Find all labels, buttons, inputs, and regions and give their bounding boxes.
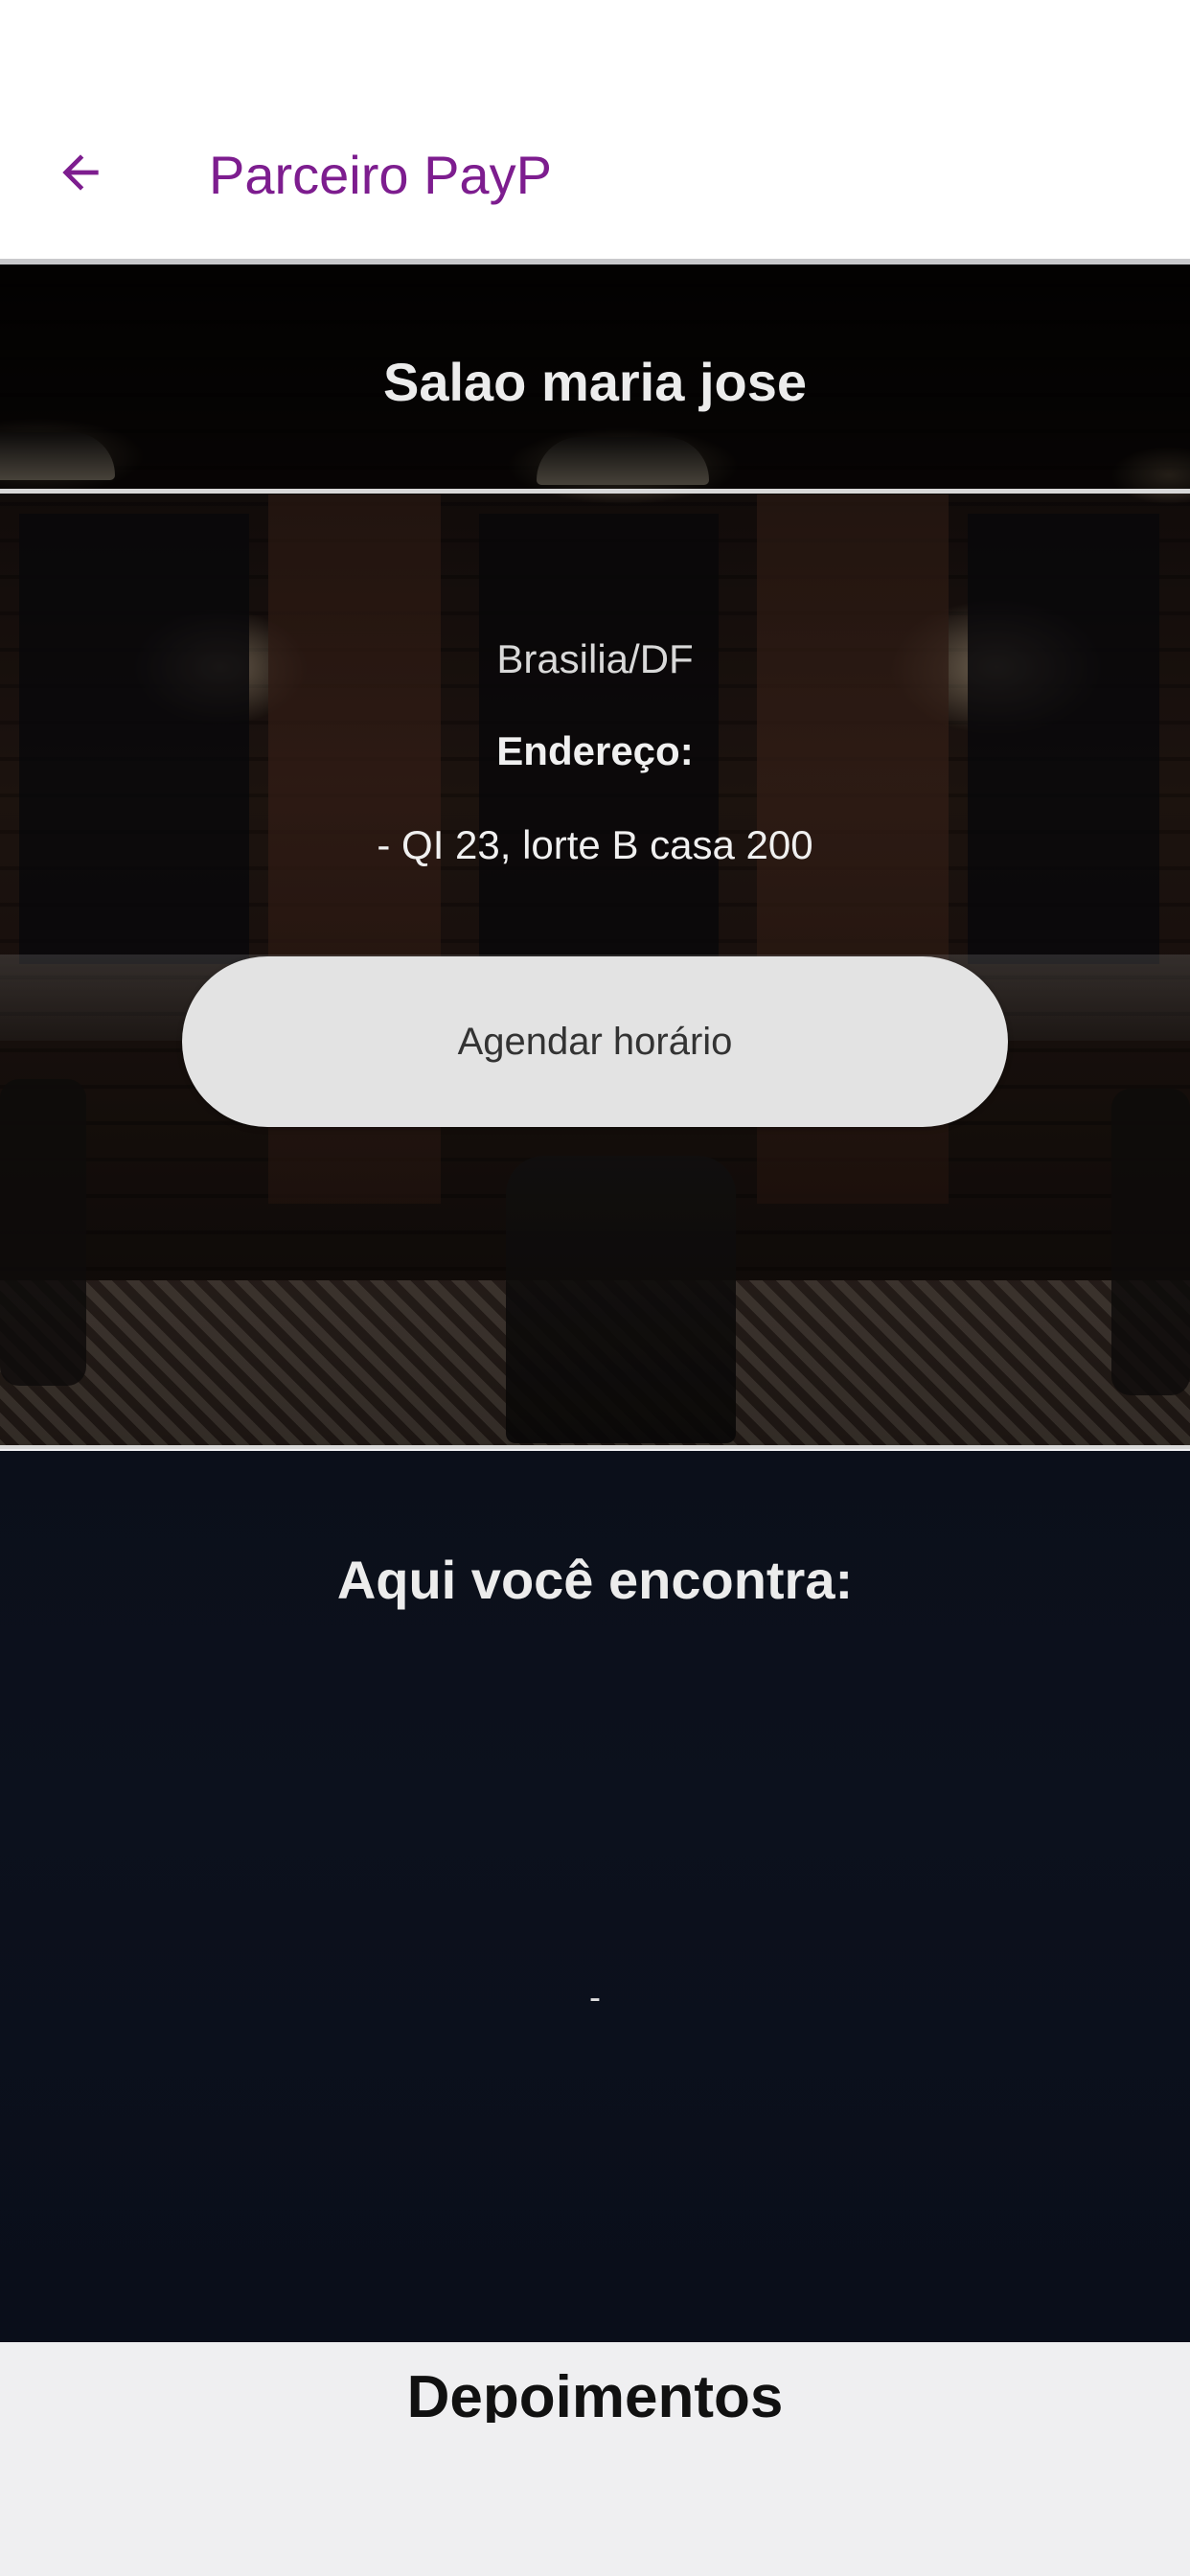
- schedule-appointment-button[interactable]: Agendar horário: [182, 956, 1008, 1127]
- divider: [0, 489, 1190, 494]
- page-title: Parceiro PayP: [209, 145, 552, 205]
- services-title: Aqui você encontra:: [336, 1550, 854, 1610]
- divider: [0, 1445, 1190, 1449]
- back-button[interactable]: [50, 142, 111, 203]
- testimonials-section: Depoimentos: [0, 2342, 1190, 2576]
- salon-city: Brasilia/DF: [496, 636, 694, 681]
- arrow-left-icon: [62, 154, 99, 191]
- app-bar: Parceiro PayP: [0, 0, 1190, 261]
- salon-address: - QI 23, lorte B casa 200: [377, 822, 813, 867]
- services-list: -: [589, 1977, 601, 2016]
- address-label: Endereço:: [496, 728, 694, 773]
- services-section: Aqui você encontra: -: [0, 1451, 1190, 2342]
- partner-hero: Salao maria jose Brasilia/DF Endereço: -…: [0, 264, 1190, 1449]
- partner-screen: Parceiro PayP Salao maria jose Brasilia/…: [0, 0, 1190, 2576]
- salon-name: Salao maria jose: [382, 352, 807, 412]
